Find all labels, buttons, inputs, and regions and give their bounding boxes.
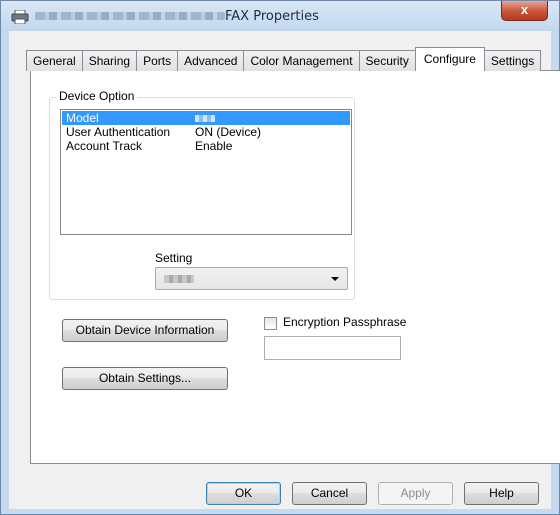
list-item-value: ON (Device) [195, 125, 262, 139]
list-item-key: User Authentication [66, 125, 171, 139]
chevron-down-icon [331, 277, 339, 281]
list-item-model[interactable]: Model [62, 111, 350, 125]
encryption-passphrase-label[interactable]: Encryption Passphrase [283, 315, 406, 329]
encryption-passphrase-checkbox[interactable] [264, 317, 277, 330]
encryption-passphrase-field[interactable] [264, 336, 401, 360]
window-title: FAX Properties [225, 9, 319, 24]
tab-ports[interactable]: Ports [136, 50, 179, 71]
help-button[interactable]: Help [464, 482, 539, 505]
obtain-settings-button[interactable]: Obtain Settings... [62, 367, 228, 390]
tab-configure[interactable]: Configure [414, 47, 485, 71]
close-button[interactable]: x [501, 1, 548, 21]
redacted-printer-name [35, 12, 225, 20]
device-option-list[interactable]: Model User Authentication ON (Device) Ac… [60, 109, 352, 235]
printer-icon [11, 10, 29, 24]
apply-button[interactable]: Apply [378, 482, 453, 505]
list-item-key: Account Track [66, 139, 143, 153]
tab-settings[interactable]: Settings [483, 50, 542, 71]
tab-sharing[interactable]: Sharing [81, 50, 138, 71]
setting-value-redacted [164, 275, 194, 283]
list-item-value: Enable [195, 139, 233, 153]
list-item-value-redacted [195, 111, 215, 125]
tab-advanced[interactable]: Advanced [177, 50, 245, 71]
obtain-device-information-button[interactable]: Obtain Device Information [62, 319, 228, 342]
setting-label: Setting [155, 251, 193, 265]
list-item-account-track[interactable]: Account Track Enable [62, 139, 350, 153]
ok-button[interactable]: OK [206, 482, 281, 505]
tab-color-management[interactable]: Color Management [243, 50, 360, 71]
list-item-user-authentication[interactable]: User Authentication ON (Device) [62, 125, 350, 139]
cancel-button[interactable]: Cancel [292, 482, 367, 505]
title-bar[interactable]: FAX Properties x [1, 1, 559, 31]
close-icon: x [520, 2, 529, 17]
printer-properties-window: FAX Properties x General Sharing Ports A… [0, 0, 560, 515]
tab-strip: General Sharing Ports Advanced Color Man… [26, 47, 542, 71]
setting-dropdown[interactable] [155, 267, 348, 290]
list-item-key: Model [66, 111, 99, 125]
device-option-label: Device Option [56, 89, 138, 103]
tab-security[interactable]: Security [358, 50, 416, 71]
tab-general[interactable]: General [26, 50, 83, 71]
